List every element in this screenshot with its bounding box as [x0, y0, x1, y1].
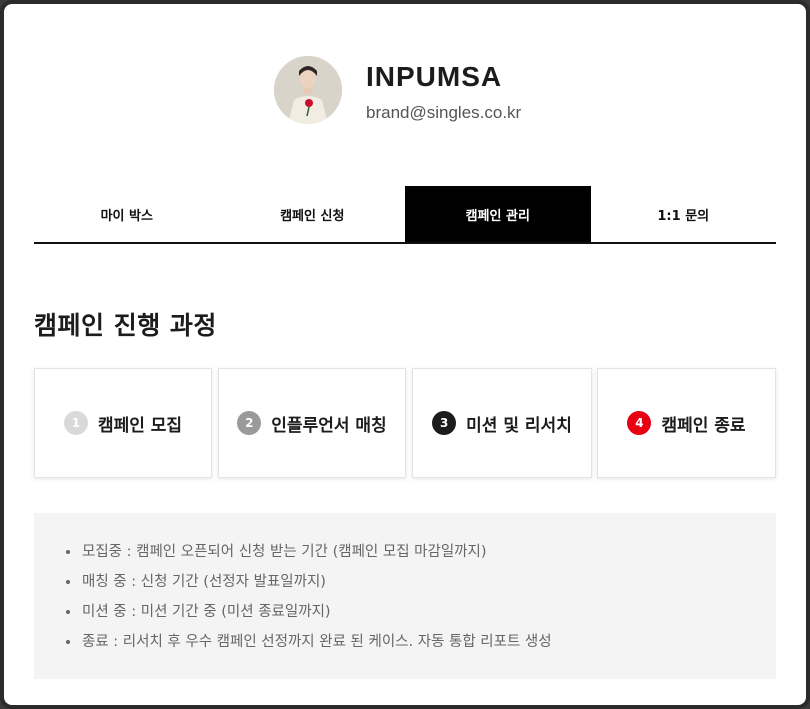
info-box: 모집중 : 캠페인 오픈되어 신청 받는 기간 (캠페인 모집 마감일까지) 매… — [34, 513, 776, 679]
step-label: 캠페인 종료 — [661, 415, 746, 436]
step-number-badge: 2 — [237, 411, 262, 435]
list-item: 매칭 중 : 신청 기간 (선정자 발표일까지) — [66, 567, 776, 597]
step-number-badge: 3 — [432, 411, 457, 435]
person-photo-icon — [274, 56, 342, 124]
tab-inquiry[interactable]: 1:1 문의 — [591, 186, 777, 242]
step-cards: 1 캠페인 모집 2 인플루언서 매칭 3 미션 및 리서치 4 캠페인 종료 — [34, 368, 776, 478]
step-label: 미션 및 리서치 — [466, 415, 572, 436]
step-number-badge: 4 — [627, 411, 652, 435]
step-label: 인플루언서 매칭 — [271, 415, 387, 436]
step-card-end: 4 캠페인 종료 — [597, 368, 776, 478]
brand-email: brand@singles.co.kr — [366, 103, 522, 122]
list-item: 미션 중 : 미션 기간 중 (미션 종료일까지) — [66, 597, 776, 627]
tab-campaign-apply[interactable]: 캠페인 신청 — [220, 186, 406, 242]
step-card-matching: 2 인플루언서 매칭 — [218, 368, 406, 478]
section-title: 캠페인 진행 과정 — [34, 311, 217, 340]
step-label: 캠페인 모집 — [97, 415, 183, 436]
tab-my-box[interactable]: 마이 박스 — [34, 186, 220, 242]
profile-header: INPUMSA brand@singles.co.kr — [274, 56, 574, 132]
tab-campaign-manage[interactable]: 캠페인 관리 — [405, 186, 591, 242]
brand-name: INPUMSA — [366, 61, 503, 92]
step-card-mission: 3 미션 및 리서치 — [412, 368, 592, 478]
tab-bar: 마이 박스 캠페인 신청 캠페인 관리 1:1 문의 — [34, 186, 776, 244]
list-item: 종료 : 리서치 후 우수 캠페인 선정까지 완료 된 케이스. 자동 통합 리… — [66, 627, 776, 657]
avatar — [274, 56, 342, 124]
step-number-badge: 1 — [63, 411, 88, 435]
step-card-recruit: 1 캠페인 모집 — [34, 368, 212, 478]
page-frame: INPUMSA brand@singles.co.kr 마이 박스 캠페인 신청… — [0, 0, 810, 709]
info-list: 모집중 : 캠페인 오픈되어 신청 받는 기간 (캠페인 모집 마감일까지) 매… — [66, 537, 776, 657]
list-item: 모집중 : 캠페인 오픈되어 신청 받는 기간 (캠페인 모집 마감일까지) — [66, 537, 776, 567]
